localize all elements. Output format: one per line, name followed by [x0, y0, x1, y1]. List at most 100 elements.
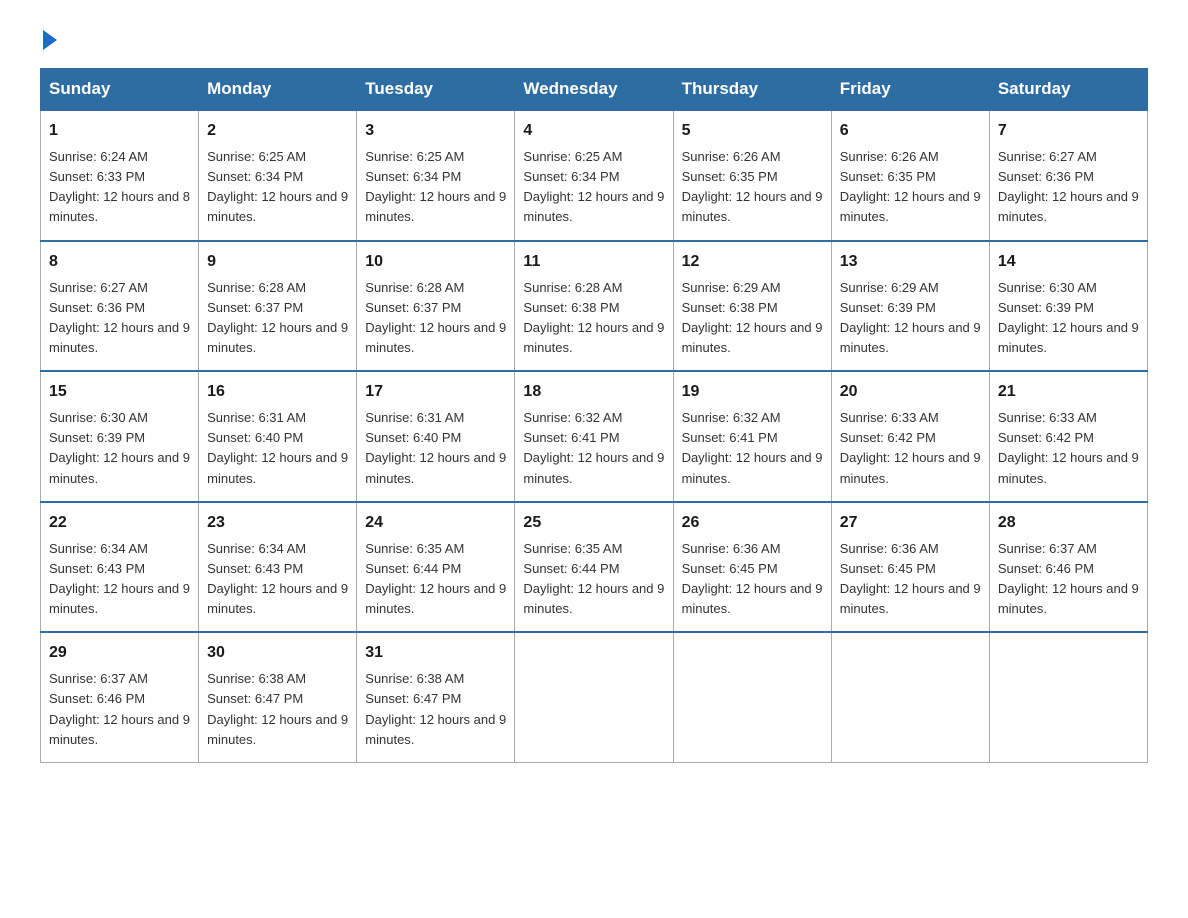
day-number: 21 [998, 380, 1139, 404]
page-header [40, 30, 1148, 48]
calendar-cell: 26 Sunrise: 6:36 AM Sunset: 6:45 PM Dayl… [673, 502, 831, 633]
day-number: 29 [49, 641, 190, 665]
day-info: Sunrise: 6:31 AM Sunset: 6:40 PM Dayligh… [207, 410, 348, 485]
day-info: Sunrise: 6:29 AM Sunset: 6:39 PM Dayligh… [840, 280, 981, 355]
calendar-week-row: 29 Sunrise: 6:37 AM Sunset: 6:46 PM Dayl… [41, 632, 1148, 762]
column-header-saturday: Saturday [989, 69, 1147, 111]
day-info: Sunrise: 6:34 AM Sunset: 6:43 PM Dayligh… [49, 541, 190, 616]
calendar-header: SundayMondayTuesdayWednesdayThursdayFrid… [41, 69, 1148, 111]
day-info: Sunrise: 6:26 AM Sunset: 6:35 PM Dayligh… [840, 149, 981, 224]
calendar-cell: 17 Sunrise: 6:31 AM Sunset: 6:40 PM Dayl… [357, 371, 515, 502]
calendar-cell: 12 Sunrise: 6:29 AM Sunset: 6:38 PM Dayl… [673, 241, 831, 372]
day-info: Sunrise: 6:25 AM Sunset: 6:34 PM Dayligh… [207, 149, 348, 224]
day-info: Sunrise: 6:29 AM Sunset: 6:38 PM Dayligh… [682, 280, 823, 355]
day-number: 22 [49, 511, 190, 535]
day-info: Sunrise: 6:24 AM Sunset: 6:33 PM Dayligh… [49, 149, 190, 224]
day-info: Sunrise: 6:30 AM Sunset: 6:39 PM Dayligh… [49, 410, 190, 485]
calendar-cell: 29 Sunrise: 6:37 AM Sunset: 6:46 PM Dayl… [41, 632, 199, 762]
calendar-cell [831, 632, 989, 762]
day-info: Sunrise: 6:28 AM Sunset: 6:37 PM Dayligh… [207, 280, 348, 355]
calendar-cell: 28 Sunrise: 6:37 AM Sunset: 6:46 PM Dayl… [989, 502, 1147, 633]
column-header-tuesday: Tuesday [357, 69, 515, 111]
day-info: Sunrise: 6:28 AM Sunset: 6:37 PM Dayligh… [365, 280, 506, 355]
column-header-thursday: Thursday [673, 69, 831, 111]
day-info: Sunrise: 6:35 AM Sunset: 6:44 PM Dayligh… [365, 541, 506, 616]
calendar-week-row: 15 Sunrise: 6:30 AM Sunset: 6:39 PM Dayl… [41, 371, 1148, 502]
day-header-row: SundayMondayTuesdayWednesdayThursdayFrid… [41, 69, 1148, 111]
day-number: 4 [523, 119, 664, 143]
day-number: 2 [207, 119, 348, 143]
calendar-week-row: 1 Sunrise: 6:24 AM Sunset: 6:33 PM Dayli… [41, 110, 1148, 241]
calendar-cell: 5 Sunrise: 6:26 AM Sunset: 6:35 PM Dayli… [673, 110, 831, 241]
calendar-cell: 19 Sunrise: 6:32 AM Sunset: 6:41 PM Dayl… [673, 371, 831, 502]
day-number: 19 [682, 380, 823, 404]
day-number: 20 [840, 380, 981, 404]
calendar-cell: 25 Sunrise: 6:35 AM Sunset: 6:44 PM Dayl… [515, 502, 673, 633]
day-number: 9 [207, 250, 348, 274]
day-info: Sunrise: 6:25 AM Sunset: 6:34 PM Dayligh… [523, 149, 664, 224]
day-number: 10 [365, 250, 506, 274]
calendar-cell: 4 Sunrise: 6:25 AM Sunset: 6:34 PM Dayli… [515, 110, 673, 241]
day-info: Sunrise: 6:36 AM Sunset: 6:45 PM Dayligh… [840, 541, 981, 616]
logo-blue-arrow [40, 30, 57, 46]
day-info: Sunrise: 6:35 AM Sunset: 6:44 PM Dayligh… [523, 541, 664, 616]
calendar-cell: 23 Sunrise: 6:34 AM Sunset: 6:43 PM Dayl… [199, 502, 357, 633]
day-number: 27 [840, 511, 981, 535]
calendar-cell: 8 Sunrise: 6:27 AM Sunset: 6:36 PM Dayli… [41, 241, 199, 372]
day-info: Sunrise: 6:37 AM Sunset: 6:46 PM Dayligh… [49, 671, 190, 746]
day-number: 15 [49, 380, 190, 404]
calendar-cell: 11 Sunrise: 6:28 AM Sunset: 6:38 PM Dayl… [515, 241, 673, 372]
day-info: Sunrise: 6:27 AM Sunset: 6:36 PM Dayligh… [49, 280, 190, 355]
day-number: 25 [523, 511, 664, 535]
day-number: 17 [365, 380, 506, 404]
day-number: 12 [682, 250, 823, 274]
calendar-cell: 27 Sunrise: 6:36 AM Sunset: 6:45 PM Dayl… [831, 502, 989, 633]
day-info: Sunrise: 6:36 AM Sunset: 6:45 PM Dayligh… [682, 541, 823, 616]
day-number: 7 [998, 119, 1139, 143]
day-number: 24 [365, 511, 506, 535]
calendar-cell [989, 632, 1147, 762]
calendar-cell: 9 Sunrise: 6:28 AM Sunset: 6:37 PM Dayli… [199, 241, 357, 372]
column-header-wednesday: Wednesday [515, 69, 673, 111]
day-number: 16 [207, 380, 348, 404]
calendar-cell: 10 Sunrise: 6:28 AM Sunset: 6:37 PM Dayl… [357, 241, 515, 372]
column-header-sunday: Sunday [41, 69, 199, 111]
day-number: 23 [207, 511, 348, 535]
day-info: Sunrise: 6:38 AM Sunset: 6:47 PM Dayligh… [365, 671, 506, 746]
calendar-cell: 22 Sunrise: 6:34 AM Sunset: 6:43 PM Dayl… [41, 502, 199, 633]
calendar-cell: 13 Sunrise: 6:29 AM Sunset: 6:39 PM Dayl… [831, 241, 989, 372]
calendar-cell [515, 632, 673, 762]
calendar-cell: 14 Sunrise: 6:30 AM Sunset: 6:39 PM Dayl… [989, 241, 1147, 372]
calendar-cell [673, 632, 831, 762]
day-number: 26 [682, 511, 823, 535]
day-info: Sunrise: 6:38 AM Sunset: 6:47 PM Dayligh… [207, 671, 348, 746]
calendar-cell: 21 Sunrise: 6:33 AM Sunset: 6:42 PM Dayl… [989, 371, 1147, 502]
calendar-cell: 2 Sunrise: 6:25 AM Sunset: 6:34 PM Dayli… [199, 110, 357, 241]
calendar-cell: 6 Sunrise: 6:26 AM Sunset: 6:35 PM Dayli… [831, 110, 989, 241]
calendar-cell: 16 Sunrise: 6:31 AM Sunset: 6:40 PM Dayl… [199, 371, 357, 502]
calendar-cell: 30 Sunrise: 6:38 AM Sunset: 6:47 PM Dayl… [199, 632, 357, 762]
day-number: 1 [49, 119, 190, 143]
day-number: 8 [49, 250, 190, 274]
calendar-week-row: 8 Sunrise: 6:27 AM Sunset: 6:36 PM Dayli… [41, 241, 1148, 372]
day-info: Sunrise: 6:27 AM Sunset: 6:36 PM Dayligh… [998, 149, 1139, 224]
calendar-cell: 15 Sunrise: 6:30 AM Sunset: 6:39 PM Dayl… [41, 371, 199, 502]
day-info: Sunrise: 6:25 AM Sunset: 6:34 PM Dayligh… [365, 149, 506, 224]
calendar-cell: 20 Sunrise: 6:33 AM Sunset: 6:42 PM Dayl… [831, 371, 989, 502]
calendar-cell: 24 Sunrise: 6:35 AM Sunset: 6:44 PM Dayl… [357, 502, 515, 633]
calendar-week-row: 22 Sunrise: 6:34 AM Sunset: 6:43 PM Dayl… [41, 502, 1148, 633]
day-number: 31 [365, 641, 506, 665]
day-info: Sunrise: 6:31 AM Sunset: 6:40 PM Dayligh… [365, 410, 506, 485]
day-number: 5 [682, 119, 823, 143]
calendar-table: SundayMondayTuesdayWednesdayThursdayFrid… [40, 68, 1148, 763]
calendar-body: 1 Sunrise: 6:24 AM Sunset: 6:33 PM Dayli… [41, 110, 1148, 762]
day-number: 3 [365, 119, 506, 143]
calendar-cell: 1 Sunrise: 6:24 AM Sunset: 6:33 PM Dayli… [41, 110, 199, 241]
day-number: 28 [998, 511, 1139, 535]
calendar-cell: 31 Sunrise: 6:38 AM Sunset: 6:47 PM Dayl… [357, 632, 515, 762]
day-number: 11 [523, 250, 664, 274]
day-info: Sunrise: 6:32 AM Sunset: 6:41 PM Dayligh… [682, 410, 823, 485]
day-number: 6 [840, 119, 981, 143]
day-info: Sunrise: 6:26 AM Sunset: 6:35 PM Dayligh… [682, 149, 823, 224]
day-info: Sunrise: 6:37 AM Sunset: 6:46 PM Dayligh… [998, 541, 1139, 616]
